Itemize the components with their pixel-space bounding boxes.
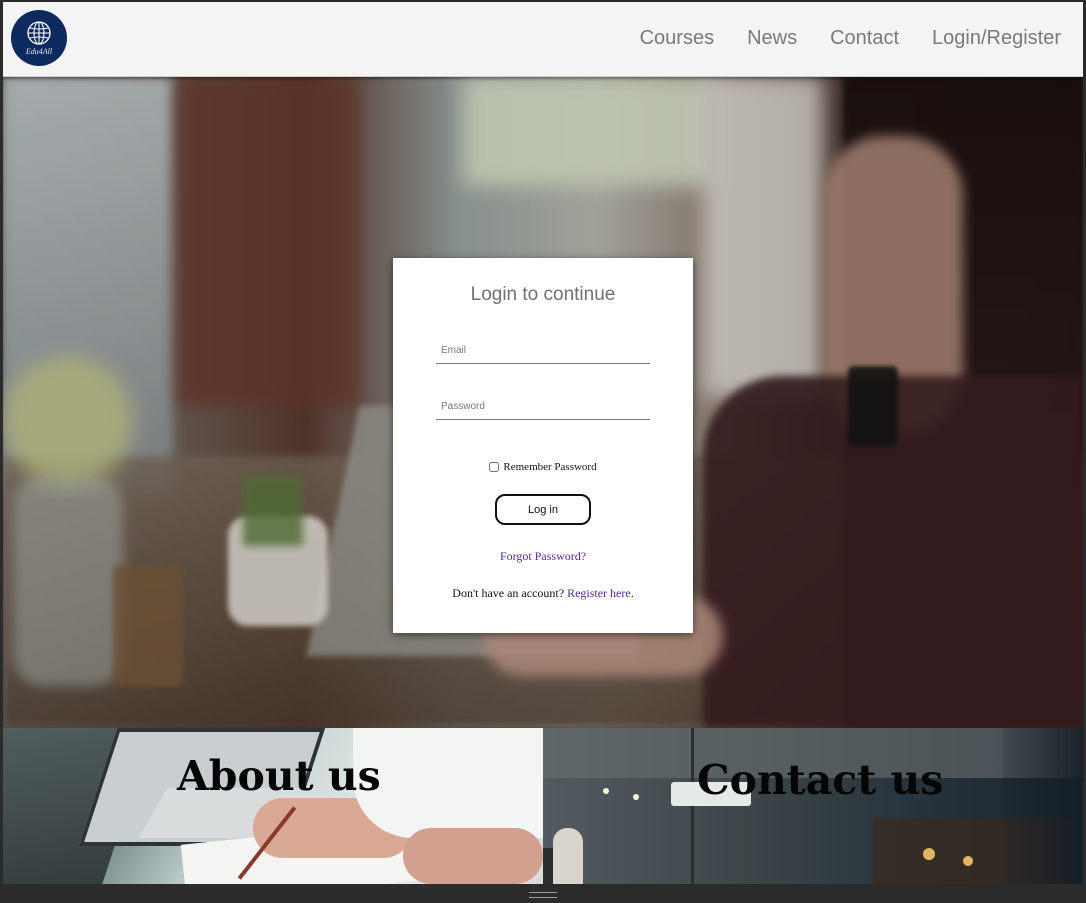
about-us-heading: About us bbox=[177, 752, 381, 800]
email-field[interactable] bbox=[436, 338, 650, 364]
hero-section: Login to continue Remember Password Log … bbox=[3, 76, 1083, 728]
login-title: Login to continue bbox=[470, 284, 616, 305]
login-button[interactable]: Log in bbox=[495, 494, 591, 525]
no-account-text: Don't have an account? bbox=[452, 586, 565, 600]
navbar: Edu4All Courses News Contact Login/Regis… bbox=[3, 2, 1083, 77]
globe-icon bbox=[27, 21, 51, 45]
about-us-panel[interactable]: About us bbox=[3, 728, 543, 884]
nav-login-register[interactable]: Login/Register bbox=[932, 27, 1061, 50]
remember-password-label: Remember Password bbox=[503, 461, 597, 473]
password-field[interactable] bbox=[436, 394, 650, 420]
register-link[interactable]: Register here bbox=[567, 586, 631, 600]
remember-password-checkbox[interactable] bbox=[489, 462, 500, 472]
register-prompt: Don't have an account? Register here. bbox=[393, 586, 693, 601]
register-suffix: . bbox=[630, 586, 634, 600]
contact-background-image bbox=[543, 728, 1083, 884]
contact-us-panel[interactable]: Contact us bbox=[543, 728, 1083, 884]
nav-courses[interactable]: Courses bbox=[640, 27, 714, 50]
nav-news[interactable]: News bbox=[747, 27, 797, 50]
forgot-password-link[interactable]: Forgot Password? bbox=[393, 549, 693, 564]
resize-grip-icon[interactable] bbox=[529, 892, 557, 898]
nav-links: Courses News Contact Login/Register bbox=[640, 27, 1061, 50]
contact-us-heading: Contact us bbox=[697, 756, 944, 804]
nav-contact[interactable]: Contact bbox=[830, 27, 899, 50]
page-frame: Edu4All Courses News Contact Login/Regis… bbox=[3, 2, 1083, 884]
brand-logo[interactable]: Edu4All bbox=[11, 10, 67, 66]
bottom-bar bbox=[0, 884, 1086, 903]
login-card: Login to continue Remember Password Log … bbox=[393, 258, 693, 633]
remember-password-row[interactable]: Remember Password bbox=[393, 461, 693, 473]
logo-text: Edu4All bbox=[25, 47, 53, 56]
